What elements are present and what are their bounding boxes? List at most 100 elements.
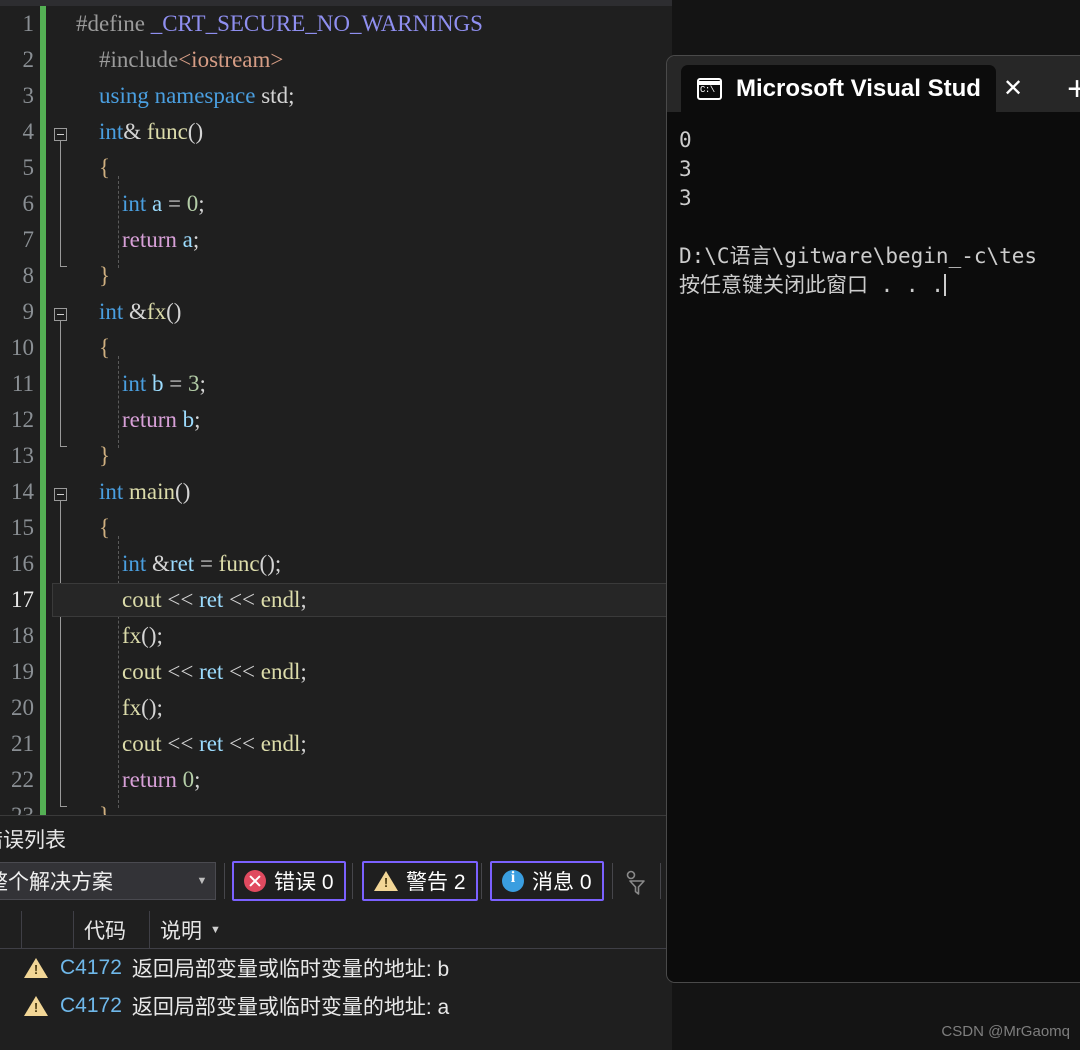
code-line[interactable]: 11 int b = 3;: [0, 366, 672, 402]
code-line[interactable]: 2 #include<iostream>: [0, 42, 672, 78]
code-line[interactable]: 15 {: [0, 510, 672, 546]
code-token: int: [99, 299, 124, 324]
code-line[interactable]: 6 int a = 0;: [0, 186, 672, 222]
code-line[interactable]: 14 int main(): [0, 474, 672, 510]
line-number: 11: [11, 371, 34, 396]
code-line[interactable]: 22 return 0;: [0, 762, 672, 798]
line-number: 9: [22, 299, 35, 324]
column-header-severity[interactable]: [22, 910, 74, 949]
code-token: <<: [223, 731, 261, 756]
line-number: 20: [11, 695, 34, 720]
messages-filter-button[interactable]: 消息 0: [490, 861, 604, 901]
code-line[interactable]: 16 int &ret = func();: [0, 546, 672, 582]
console-tab-title: Microsoft Visual Stud: [736, 74, 981, 102]
line-number: 5: [22, 155, 35, 180]
code-lines[interactable]: 1 #define _CRT_SECURE_NO_WARNINGS 2 #inclu…: [0, 6, 672, 815]
chevron-down-icon: ▼: [196, 875, 208, 887]
scope-dropdown[interactable]: 整个解决方案 ▼: [0, 862, 216, 900]
code-line[interactable]: 3 using namespace std;: [0, 78, 672, 114]
console-output[interactable]: 0 3 3 D:\C语言\gitware\begin_-c\tes 按任意键关闭此窗口…: [667, 112, 1080, 982]
plus-icon[interactable]: +: [1062, 72, 1080, 106]
watermark: CSDN @MrGaomq: [941, 1023, 1070, 1040]
column-header-spacer: [0, 910, 22, 949]
code-token: return: [122, 227, 177, 252]
console-line: 3: [679, 186, 692, 210]
warnings-filter-button[interactable]: 警告 2: [362, 861, 478, 901]
code-line[interactable]: 9 int &fx(): [0, 294, 672, 330]
code-line[interactable]: 8 }: [0, 258, 672, 294]
console-tab[interactable]: Microsoft Visual Stud: [681, 65, 996, 112]
code-text: }: [76, 798, 110, 815]
code-editor[interactable]: 1 #define _CRT_SECURE_NO_WARNINGS 2 #inclu…: [0, 0, 672, 815]
code-token: ret: [169, 551, 195, 576]
code-line[interactable]: 19 cout << ret << endl;: [0, 654, 672, 690]
code-line[interactable]: 18 fx();: [0, 618, 672, 654]
code-token: #define: [76, 11, 151, 36]
code-token: endl: [260, 587, 301, 612]
error-code: C4172: [60, 994, 122, 1017]
error-list-toolbar: 整个解决方案 ▼ 错误 0 警告 2 消息 0: [0, 859, 672, 907]
code-token: ret: [199, 731, 224, 756]
code-text: {: [76, 510, 110, 546]
code-line[interactable]: 10 {: [0, 330, 672, 366]
code-line[interactable]: 23 }: [0, 798, 672, 815]
filter-icon[interactable]: [625, 869, 649, 895]
code-token: #include: [76, 47, 179, 72]
error-description: 返回局部变量或临时变量的地址: a: [131, 996, 450, 1019]
code-line[interactable]: 4 int& func(): [0, 114, 672, 150]
toolbar-divider: [660, 863, 661, 899]
error-icon: [244, 870, 266, 892]
warning-icon: [374, 871, 398, 891]
scope-dropdown-value: 整个解决方案: [0, 871, 113, 894]
code-line[interactable]: 13 }: [0, 438, 672, 474]
column-header-description-label: 说明: [160, 919, 202, 943]
errors-filter-button[interactable]: 错误 0: [232, 861, 346, 901]
code-text: int main(): [76, 474, 190, 510]
code-line[interactable]: 12 return b;: [0, 402, 672, 438]
code-line[interactable]: 20 fx();: [0, 690, 672, 726]
error-table-rows[interactable]: C4172 返回局部变量或临时变量的地址: b C4172 返回局部变量或临时变量的地…: [0, 949, 672, 1025]
code-token: b: [152, 371, 164, 396]
column-header-code[interactable]: 代码: [74, 910, 150, 949]
code-line[interactable]: 21 cout << ret << endl;: [0, 726, 672, 762]
console-line: D:\C语言\gitware\begin_-c\tes: [679, 244, 1038, 268]
text-cursor: [943, 274, 946, 296]
code-token: main: [129, 479, 176, 504]
code-token: <iostream>: [178, 47, 284, 72]
toolbar-divider: [352, 863, 353, 899]
console-window[interactable]: Microsoft Visual Stud ✕ + 0 3 3 D:\C语言\git…: [666, 55, 1080, 983]
code-token: ret: [199, 659, 224, 684]
code-line[interactable]: 7 return a;: [0, 222, 672, 258]
code-line[interactable]: 5 {: [0, 150, 672, 186]
code-token: return: [122, 407, 177, 432]
code-token: 0: [182, 767, 195, 792]
code-text: int& func(): [76, 114, 203, 150]
code-line[interactable]: 17 cout << ret << endl;: [0, 582, 672, 618]
error-list-panel: 错误列表 整个解决方案 ▼ 错误 0 警告 2 消息 0: [0, 815, 672, 1050]
code-token: endl: [260, 659, 301, 684]
column-header-description[interactable]: 说明 ▼: [150, 911, 630, 949]
table-row[interactable]: C4172 返回局部变量或临时变量的地址: b: [0, 949, 672, 987]
code-token: =: [162, 191, 187, 216]
code-line[interactable]: 1 #define _CRT_SECURE_NO_WARNINGS: [0, 6, 672, 42]
errors-filter-label: 错误 0: [274, 871, 334, 894]
code-token: <<: [223, 659, 261, 684]
messages-filter-label: 消息 0: [532, 871, 592, 894]
code-token: return: [122, 767, 177, 792]
code-token: }: [99, 263, 111, 288]
close-icon[interactable]: ✕: [1000, 76, 1026, 102]
table-row[interactable]: C4172 返回局部变量或临时变量的地址: a: [0, 987, 672, 1025]
line-number: 7: [22, 227, 35, 252]
code-token: b: [182, 407, 195, 432]
screen: 1 #define _CRT_SECURE_NO_WARNINGS 2 #inclu…: [0, 0, 1080, 1050]
code-token: a: [182, 227, 193, 252]
